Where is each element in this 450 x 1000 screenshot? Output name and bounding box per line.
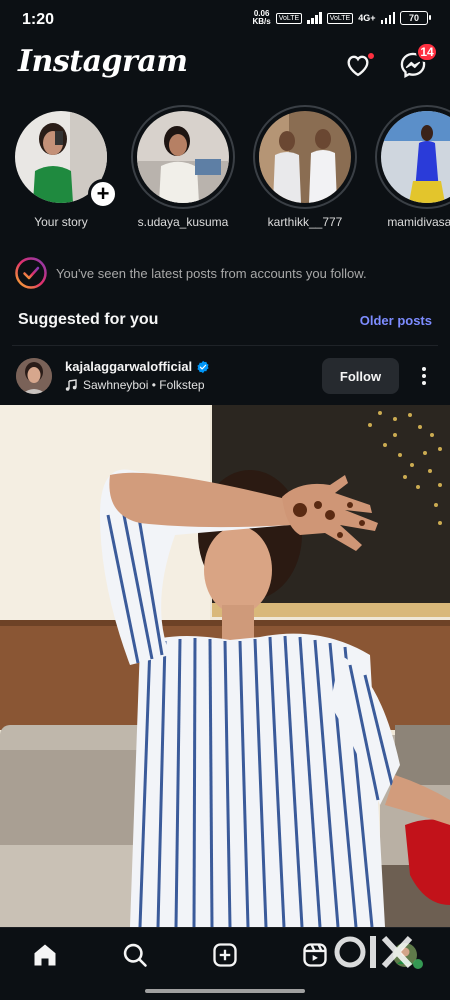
stories-tray[interactable]: + Your story s.udaya_kusuma karthikk__77… <box>0 105 450 235</box>
post-username-row[interactable]: kajalaggarwalofficial <box>65 359 210 374</box>
story-item[interactable]: karthikk__777 <box>252 105 358 229</box>
avatar <box>381 111 450 203</box>
post-music-row[interactable]: Sawhneyboi • Folkstep <box>65 378 205 392</box>
signal-icon-2 <box>380 12 395 24</box>
post-music-label: Sawhneyboi • Folkstep <box>83 378 205 392</box>
nav-reels[interactable] <box>300 940 330 970</box>
status-time: 1:20 <box>22 11 55 28</box>
dot <box>422 374 426 378</box>
instagram-logo: Instagram <box>18 44 188 79</box>
nav-search[interactable] <box>120 940 150 970</box>
avatar <box>259 111 351 203</box>
story-item[interactable]: mamidivasavi_ <box>374 105 450 229</box>
home-indicator <box>145 989 305 993</box>
story-own[interactable]: + Your story <box>8 105 118 229</box>
nav-create[interactable] <box>210 940 240 970</box>
dot <box>422 381 426 385</box>
notification-dot <box>367 52 375 60</box>
post-username[interactable]: kajalaggarwalofficial <box>65 359 192 374</box>
signal-icon-1 <box>307 12 322 24</box>
search-icon <box>123 943 147 967</box>
reels-icon <box>303 943 327 967</box>
caught-up-banner: You've seen the latest posts from accoun… <box>14 256 434 290</box>
notifications-button[interactable] <box>343 50 375 80</box>
status-icons: 0.06 KB/s VoLTE VoLTE 4G+ 70 <box>253 10 431 26</box>
post-header: kajalaggarwalofficial Sawhneyboi • Folks… <box>0 350 450 405</box>
dot <box>422 367 426 371</box>
create-icon <box>213 943 237 967</box>
more-options-button[interactable] <box>414 362 434 390</box>
story-label: Your story <box>34 215 88 229</box>
avatar <box>137 111 229 203</box>
olx-watermark <box>334 935 423 969</box>
music-note-icon <box>65 379 77 391</box>
checkmark-circle-icon <box>15 257 47 289</box>
status-bar: 1:20 0.06 KB/s VoLTE VoLTE 4G+ 70 <box>0 0 450 40</box>
story-label: karthikk__777 <box>267 215 343 229</box>
messages-badge: 14 <box>416 42 438 62</box>
caught-up-text: You've seen the latest posts from accoun… <box>56 265 367 281</box>
post-image[interactable] <box>0 405 450 927</box>
story-ring <box>253 105 357 209</box>
volte-tag-1: VoLTE <box>275 12 303 24</box>
suggested-header: Suggested for you Older posts <box>18 305 432 335</box>
battery-icon: 70 <box>400 11 431 25</box>
story-ring <box>131 105 235 209</box>
story-item[interactable]: s.udaya_kusuma <box>130 105 236 229</box>
net-speed-unit: KB/s <box>252 17 271 26</box>
post-avatar[interactable] <box>16 358 52 394</box>
battery-level: 70 <box>408 13 419 23</box>
net-speed: 0.06 KB/s <box>253 10 271 26</box>
story-label: s.udaya_kusuma <box>137 215 229 229</box>
follow-button[interactable]: Follow <box>322 358 399 394</box>
add-story-button[interactable]: + <box>88 179 118 209</box>
messenger-button[interactable]: 14 <box>398 42 438 80</box>
verified-badge-icon <box>197 360 209 373</box>
suggested-title: Suggested for you <box>18 311 159 328</box>
divider <box>12 345 438 346</box>
app-header: Instagram 14 <box>0 40 450 92</box>
nav-home[interactable] <box>30 940 60 970</box>
older-posts-link[interactable]: Older posts <box>360 313 432 328</box>
network-type: 4G+ <box>358 13 376 23</box>
home-icon <box>34 944 56 966</box>
volte-tag-2: VoLTE <box>326 12 354 24</box>
story-ring <box>375 105 450 209</box>
story-label: mamidivasavi_ <box>387 215 450 229</box>
